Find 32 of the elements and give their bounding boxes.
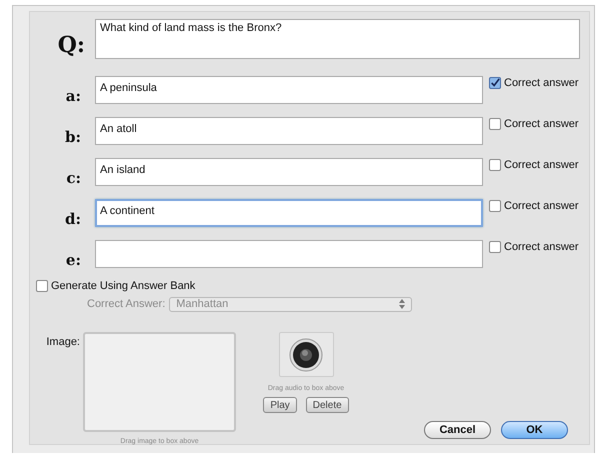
checkbox-label: Correct answer [504,159,579,171]
answer-field[interactable] [95,240,483,268]
image-label: Image: [45,336,81,350]
audio-drop-well[interactable] [278,332,334,377]
answer-label: c: [65,169,82,187]
speaker-icon [289,338,323,372]
checkbox-label: Generate Using Answer Bank [51,280,196,292]
updown-arrows-icon [399,299,406,309]
answer-field[interactable]: An atoll [95,117,483,145]
audio-button[interactable]: Delete [306,397,349,413]
checkbox[interactable] [489,118,501,130]
checkbox[interactable] [489,159,501,171]
answer-label: d: [64,210,82,228]
dialog-button[interactable]: Cancel [424,421,491,439]
answer-label: b: [64,128,82,146]
answer-field[interactable]: An island [95,158,483,186]
answer-label: e: [64,251,82,269]
answer-field[interactable]: A continent [95,199,483,227]
dialog-button[interactable]: OK [501,421,568,439]
checkbox[interactable] [489,200,501,212]
correct-answer-label: Correct Answer: [87,298,166,310]
checkbox-label: Correct answer [504,118,579,130]
checkbox-label: Correct answer [504,77,579,89]
checkbox[interactable] [489,241,501,253]
question-label: Q: [56,32,86,58]
answer-label: a: [64,87,82,105]
question-field[interactable]: What kind of land mass is the Bronx? [95,19,580,59]
checkbox-label: Correct answer [504,200,579,212]
audio-button[interactable]: Play [263,397,297,413]
checkbox[interactable] [489,77,501,89]
checkbox-label: Correct answer [504,241,579,253]
answer-field[interactable]: A peninsula [95,76,483,104]
